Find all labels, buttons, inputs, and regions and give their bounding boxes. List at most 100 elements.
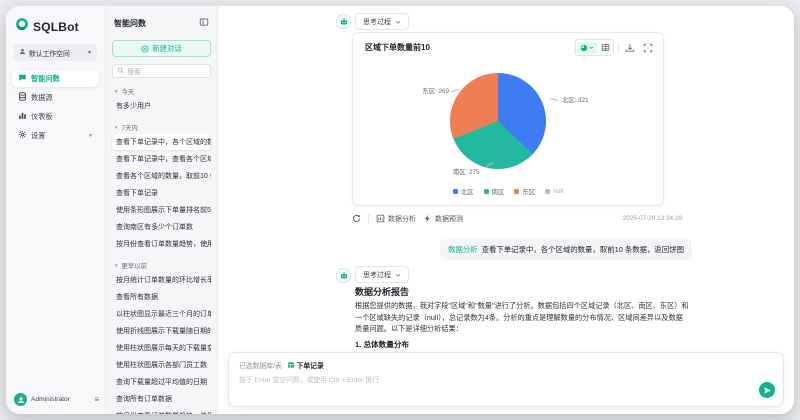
- legend-item[interactable]: 北区: [452, 187, 474, 196]
- sidebar-nav: 智能问数 数据源 仪表板 设置 ▼: [6, 70, 105, 144]
- data-analysis-button[interactable]: 数据分析: [376, 214, 416, 224]
- pie-chart[interactable]: [450, 73, 546, 169]
- report-body: 根据您提供的数据，我对字段"区域"和"数量"进行了分析。数据包括四个区域记录（北…: [355, 301, 689, 334]
- pie-label-north: 北区: 321: [562, 97, 589, 104]
- chart-card: 区域下单数量前10 东区: 269 北区: 321 南区: 275 北区 南区 …: [352, 32, 664, 206]
- chat-item[interactable]: 使用柱状图展示每天的下载量变化: [112, 340, 211, 356]
- chart-legend: 北区 南区 东区 null: [353, 187, 663, 196]
- legend-item[interactable]: 东区: [514, 187, 535, 196]
- user-name: Administrator: [31, 396, 70, 403]
- chat-icon: [18, 73, 27, 84]
- analysis-tag: 数据分析: [447, 245, 478, 254]
- sidebar-item-label: 智能问数: [31, 73, 60, 83]
- sidebar-item-dashboard[interactable]: 仪表板: [12, 108, 99, 125]
- chat-item[interactable]: 按月份查看订单数量趋势，使用折...: [112, 236, 211, 252]
- sidebar-item-label: 数据源: [31, 92, 53, 102]
- chat-item-selected[interactable]: 查看下单记录中，各个区域的数量...: [112, 134, 211, 150]
- user-account-menu[interactable]: Administrator ≡: [14, 393, 99, 406]
- dashboard-icon: [18, 111, 27, 122]
- data-predict-button[interactable]: 数据预测: [423, 214, 463, 224]
- pie-label-east: 东区: 269: [422, 88, 449, 95]
- database-icon: [18, 92, 27, 103]
- chat-item[interactable]: 有多少用户: [112, 98, 211, 114]
- chat-item[interactable]: 按月份查看订单数量趋势，使用折...: [112, 408, 211, 414]
- send-button[interactable]: [759, 382, 775, 398]
- chat-main: 思考过程 区域下单数量前10 东区: 269 北区: 321 南区: 275 北…: [218, 6, 794, 414]
- dataset-chip[interactable]: 下单记录: [287, 360, 324, 370]
- legend-item[interactable]: 南区: [483, 187, 504, 196]
- sqlbot-logo-icon: [15, 17, 29, 36]
- panel-title: 智能问数: [114, 18, 146, 28]
- chat-item[interactable]: 查看各个区域的数量，取前10 条数...: [112, 168, 211, 184]
- divider: [368, 214, 369, 223]
- chart-type-switcher: [575, 39, 614, 56]
- group-today[interactable]: ▼ 今天: [114, 87, 209, 96]
- user-message-text: 查看下单记录中，各个区域的数量，取前10 条数据，返回饼图: [481, 245, 684, 254]
- chat-item[interactable]: 查看下单记录: [112, 185, 211, 201]
- data-analysis-label: 数据分析: [388, 215, 416, 223]
- chat-item[interactable]: 查询南区有多少个订单数: [112, 219, 211, 235]
- chat-item[interactable]: 查看所有数据: [112, 289, 211, 305]
- message-actions: 数据分析 数据预测 2025-07-29 13:34:29: [352, 211, 682, 226]
- pie-label-south: 南区: 275: [453, 169, 480, 176]
- chat-item[interactable]: 查询下载量超过平均值的日期: [112, 374, 211, 390]
- sidebar-item-settings[interactable]: 设置 ▼: [12, 127, 99, 144]
- sidebar-item-label: 设置: [31, 130, 46, 140]
- pie-leader-line: [549, 98, 559, 101]
- chat-item[interactable]: 查询所有订单数据: [112, 391, 211, 407]
- divider: [618, 42, 619, 53]
- legend-item[interactable]: null: [545, 188, 563, 195]
- composer-placeholder: 按下 Enter 提交问题，或使用 Ctrl + Enter 换行: [239, 377, 379, 384]
- workspace-icon: [19, 48, 26, 57]
- legend-swatch: [514, 189, 520, 194]
- avatar: [14, 393, 27, 406]
- dataset-name: 下单记录: [296, 363, 324, 370]
- chat-item[interactable]: 使用折线图展示下载量随日期的变...: [112, 323, 211, 339]
- search-input[interactable]: 搜索: [112, 64, 211, 78]
- export-icon[interactable]: [623, 41, 637, 55]
- legend-swatch: [483, 189, 489, 194]
- chart-title: 区域下单数量前10: [365, 43, 430, 52]
- report-title: 数据分析报告: [355, 287, 410, 297]
- group-earlier[interactable]: ▼ 更早以前: [114, 261, 209, 270]
- sidebar-item-datasource[interactable]: 数据源: [12, 89, 99, 106]
- chevron-down-icon: ▼: [87, 49, 92, 56]
- thinking-process-toggle[interactable]: 思考过程: [355, 13, 409, 30]
- workspace-selector[interactable]: 默认工作空间 ▼: [14, 44, 97, 61]
- fullscreen-icon[interactable]: [641, 41, 655, 55]
- app-title: SQLBot: [33, 19, 79, 34]
- chat-item[interactable]: 按月统计订单数量的环比增长率: [112, 272, 211, 288]
- app-window: SQLBot 默认工作空间 ▼ 智能问数 数据源 仪表板 设置 ▼ Admini…: [6, 6, 794, 414]
- thinking-process-label: 思考过程: [363, 18, 391, 26]
- sidebar-item-chat-qa[interactable]: 智能问数: [12, 70, 99, 87]
- new-chat-button[interactable]: 新建对话: [112, 40, 211, 57]
- message-composer[interactable]: 已选数据库/表: 下单记录 按下 Enter 提交问题，或使用 Ctrl + E…: [228, 352, 784, 407]
- gear-icon: [18, 130, 27, 141]
- bot-avatar: [336, 14, 351, 29]
- data-predict-label: 数据预测: [435, 215, 463, 223]
- selected-dataset-label: 已选数据库/表:: [239, 363, 284, 370]
- legend-swatch: [452, 189, 458, 194]
- pie-chart-type-button[interactable]: [577, 41, 597, 54]
- chat-item[interactable]: 使用条形图展示下单量排名前5的日...: [112, 202, 211, 218]
- triangle-down-icon: ▼: [114, 89, 119, 94]
- group-7days[interactable]: ▼ 7天内: [114, 123, 209, 132]
- left-sidebar: SQLBot 默认工作空间 ▼ 智能问数 数据源 仪表板 设置 ▼ Admini…: [6, 6, 106, 414]
- chevron-down-icon: ▼: [88, 132, 93, 139]
- chat-item[interactable]: 以柱状图显示最近三个月的订单量: [112, 306, 211, 322]
- collapse-panel-icon[interactable]: [199, 14, 209, 32]
- refresh-button[interactable]: [352, 214, 361, 223]
- chat-item[interactable]: 查看下单记录中，查看各个区域的...: [112, 151, 211, 167]
- menu-icon[interactable]: ≡: [94, 395, 99, 404]
- thinking-process-toggle[interactable]: 思考过程: [355, 266, 409, 283]
- new-chat-label: 新建对话: [152, 44, 182, 53]
- logo: SQLBot: [6, 6, 105, 43]
- table-view-button[interactable]: [599, 41, 612, 54]
- thinking-process-label: 思考过程: [363, 271, 391, 279]
- legend-swatch: [545, 189, 551, 194]
- chat-item[interactable]: 使用柱状图展示各部门员工数: [112, 357, 211, 373]
- sidebar-item-label: 仪表板: [31, 111, 53, 121]
- workspace-label: 默认工作空间: [29, 50, 70, 58]
- chat-history-panel: 智能问数 新建对话 搜索 ▼ 今天 有多少用户 ▼ 7天内 查看下单记录中，各个区域…: [106, 6, 218, 414]
- report-section-heading: 1. 总体数量分布: [355, 340, 410, 349]
